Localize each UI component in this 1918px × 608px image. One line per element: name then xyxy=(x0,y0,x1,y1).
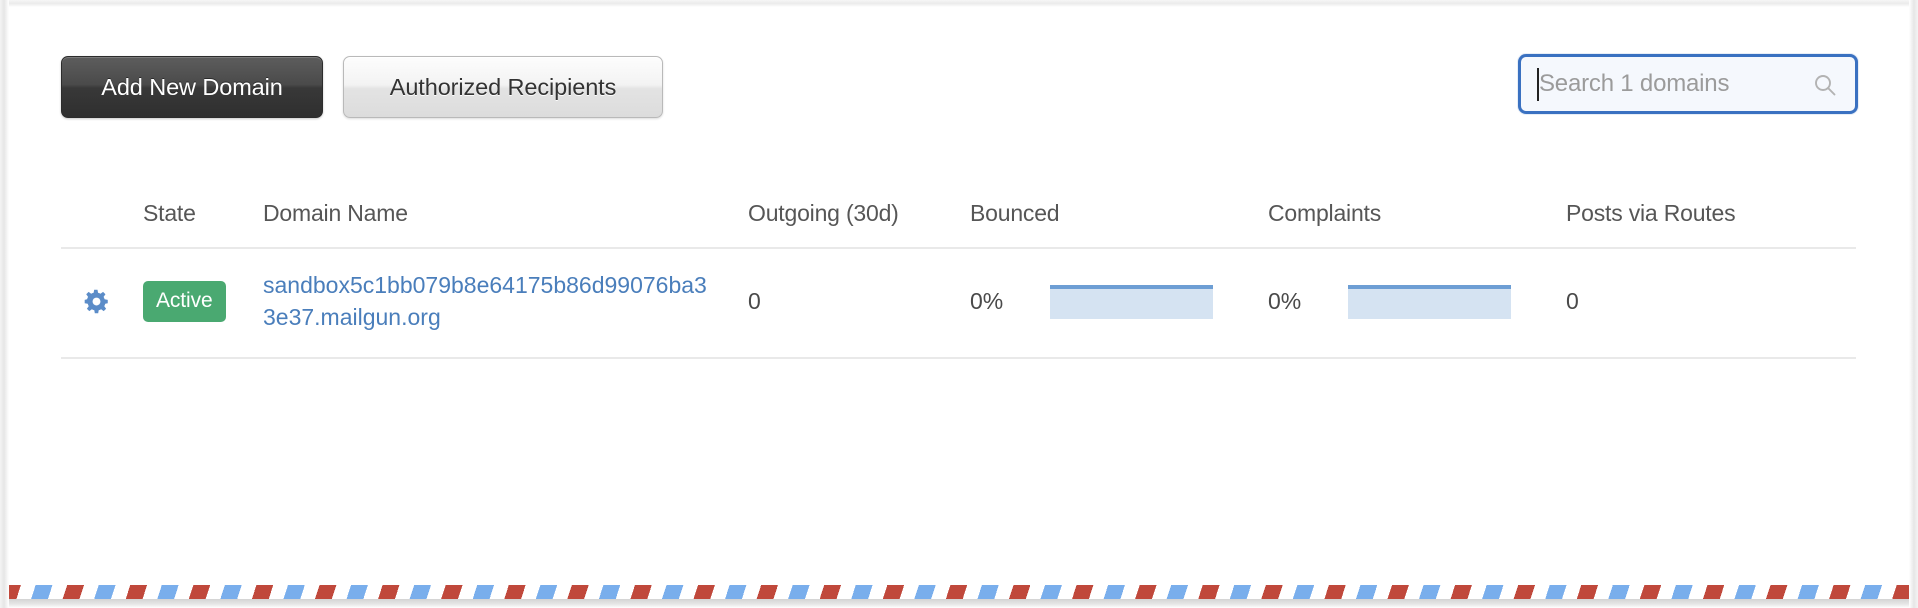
table-header-row: State Domain Name Outgoing (30d) Bounced… xyxy=(61,200,1856,249)
search-input-placeholder: Search 1 domains xyxy=(1539,70,1730,97)
column-header-domain: Domain Name xyxy=(263,200,748,249)
column-header-routes: Posts via Routes xyxy=(1566,200,1856,249)
complaints-percent: 0% xyxy=(1268,287,1302,314)
status-badge: Active xyxy=(143,280,226,322)
bounced-sparkline-line xyxy=(1050,285,1213,289)
window-edge-top xyxy=(0,0,1918,7)
table-row: Active sandbox5c1bb079b8e64175b86d99076b… xyxy=(61,248,1856,359)
column-header-state: State xyxy=(143,200,263,249)
page-bottom-shadow xyxy=(9,599,1909,608)
column-header-bounced: Bounced xyxy=(970,200,1268,249)
complaints-sparkline-line xyxy=(1348,285,1511,289)
column-header-outgoing: Outgoing (30d) xyxy=(748,200,970,249)
domains-table: State Domain Name Outgoing (30d) Bounced… xyxy=(61,200,1856,359)
domains-page: Add New Domain Authorized Recipients Sea… xyxy=(0,0,1918,608)
domain-name-link[interactable]: sandbox5c1bb079b8e64175b86d99076ba33e37.… xyxy=(263,269,713,333)
row-settings-cell xyxy=(61,248,143,359)
bounced-percent: 0% xyxy=(970,287,1004,314)
complaints-sparkline xyxy=(1348,285,1511,319)
row-state-cell: Active xyxy=(143,248,263,359)
row-bounced-cell: 0% xyxy=(970,248,1268,359)
row-outgoing-cell: 0 xyxy=(748,248,970,359)
column-header-complaints: Complaints xyxy=(1268,200,1566,249)
column-header-gear xyxy=(61,200,143,249)
search-box[interactable]: Search 1 domains xyxy=(1518,54,1858,114)
text-cursor xyxy=(1537,68,1539,101)
row-routes-cell: 0 xyxy=(1566,248,1856,359)
add-new-domain-button[interactable]: Add New Domain xyxy=(61,56,323,118)
gear-icon[interactable] xyxy=(83,288,110,315)
airmail-stripe-border xyxy=(9,585,1909,599)
row-domain-cell: sandbox5c1bb079b8e64175b86d99076ba33e37.… xyxy=(263,248,748,359)
search-icon[interactable] xyxy=(1813,73,1837,97)
authorized-recipients-button[interactable]: Authorized Recipients xyxy=(343,56,663,118)
row-complaints-cell: 0% xyxy=(1268,248,1566,359)
bounced-sparkline xyxy=(1050,285,1213,319)
